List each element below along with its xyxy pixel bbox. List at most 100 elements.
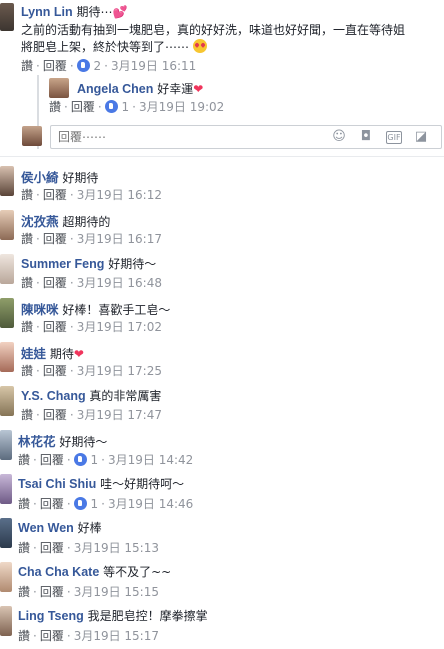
like-button[interactable]: 讚 <box>21 59 33 73</box>
thumbs-up-icon <box>73 497 87 510</box>
reply-button[interactable]: 回覆 <box>40 629 64 643</box>
like-button[interactable]: 讚 <box>21 188 33 202</box>
timestamp[interactable]: 3月19日 15:13 <box>74 541 159 555</box>
timestamp[interactable]: 3月19日 14:46 <box>108 497 193 511</box>
avatar[interactable] <box>0 474 12 504</box>
comment-text: 好期待～ <box>59 435 108 449</box>
thumbs-up-icon <box>73 453 87 466</box>
timestamp[interactable]: 3月19日 16:48 <box>77 276 162 290</box>
divider <box>0 156 444 157</box>
commenter-name[interactable]: Wen Wen <box>18 521 74 535</box>
comment-header: Summer Feng 好期待～ <box>21 255 444 272</box>
comment-header: 林花花 好期待～ <box>18 431 444 450</box>
commenter-name[interactable]: Summer Feng <box>21 257 104 271</box>
reply-button[interactable]: 回覆 <box>40 585 64 599</box>
commenter-name[interactable]: 侯小綺 <box>21 171 59 185</box>
sticker-icon[interactable]: ◪ <box>413 129 429 145</box>
comment-text: 我是肥皂控！摩拳擦掌 <box>87 609 208 623</box>
comment-header: Cha Cha Kate 等不及了~~ <box>18 563 444 580</box>
commenter-name[interactable]: Ling Tseng <box>18 609 84 623</box>
camera-icon[interactable]: ◘ <box>358 129 374 145</box>
avatar[interactable] <box>0 606 12 636</box>
like-button[interactable]: 讚 <box>18 453 30 467</box>
like-button[interactable]: 讚 <box>18 541 30 555</box>
commenter-name[interactable]: 陳咪咪 <box>21 303 59 317</box>
comment-header: Tsai Chi Shiu 哇～好期待呵～ <box>18 475 444 492</box>
commenter-name[interactable]: Angela Chen <box>77 82 153 96</box>
comment-actions: 讚 · 回覆 · 1 · 3月19日 19:02 <box>49 100 225 114</box>
avatar[interactable] <box>0 342 14 372</box>
comment-text: 真的非常厲害 <box>89 389 162 403</box>
reply-button[interactable]: 回覆 <box>40 541 64 555</box>
smiley-icon[interactable]: ☺ <box>331 129 347 145</box>
avatar[interactable] <box>0 166 14 196</box>
like-button[interactable]: 讚 <box>18 585 30 599</box>
avatar <box>22 126 42 146</box>
like-count[interactable]: 1 <box>122 100 130 114</box>
reply-button[interactable]: 回覆 <box>43 276 67 290</box>
like-button[interactable]: 讚 <box>18 497 30 511</box>
thumbs-up-icon <box>76 59 90 72</box>
timestamp[interactable]: 3月19日 19:02 <box>139 100 224 114</box>
reply-button[interactable]: 回覆 <box>43 188 67 202</box>
commenter-name[interactable]: Y.S. Chang <box>21 389 86 403</box>
avatar[interactable] <box>0 562 12 592</box>
commenter-name[interactable]: 沈孜燕 <box>21 215 59 229</box>
gif-icon[interactable]: GIF <box>386 131 402 144</box>
like-button[interactable]: 讚 <box>21 320 33 334</box>
reply-button[interactable]: 回覆 <box>43 59 67 73</box>
like-button[interactable]: 讚 <box>18 629 30 643</box>
avatar[interactable] <box>49 78 69 98</box>
timestamp[interactable]: 3月19日 17:02 <box>77 320 162 334</box>
like-count[interactable]: 1 <box>91 497 99 511</box>
like-button[interactable]: 讚 <box>49 100 61 114</box>
comment-actions: 讚 · 回覆 · 3月19日 17:47 <box>21 408 162 422</box>
timestamp[interactable]: 3月19日 17:47 <box>77 408 162 422</box>
avatar[interactable] <box>0 430 12 460</box>
reply-button[interactable]: 回覆 <box>43 320 67 334</box>
like-button[interactable]: 讚 <box>21 232 33 246</box>
avatar[interactable] <box>0 3 14 31</box>
comment-actions: 讚 · 回覆 · 3月19日 16:48 <box>21 276 162 290</box>
comment-text: 好棒 <box>77 521 102 535</box>
commenter-name[interactable]: 林花花 <box>18 435 56 449</box>
timestamp[interactable]: 3月19日 16:12 <box>77 188 162 202</box>
like-button[interactable]: 讚 <box>21 276 33 290</box>
avatar[interactable] <box>0 298 14 328</box>
comment-text: 好棒！喜歡手工皂～ <box>62 303 171 317</box>
reply-input[interactable] <box>56 129 310 145</box>
avatar[interactable] <box>0 254 14 284</box>
reply-button[interactable]: 回覆 <box>40 497 64 511</box>
reply-button[interactable]: 回覆 <box>43 364 67 378</box>
avatar[interactable] <box>0 386 14 416</box>
timestamp[interactable]: 3月19日 16:17 <box>77 232 162 246</box>
like-button[interactable]: 讚 <box>21 364 33 378</box>
reply-button[interactable]: 回覆 <box>43 232 67 246</box>
timestamp[interactable]: 3月19日 15:17 <box>74 629 159 643</box>
timestamp[interactable]: 3月19日 16:11 <box>111 59 196 73</box>
comment-header: 娃娃 期待❤ <box>21 343 444 362</box>
like-count[interactable]: 2 <box>94 59 102 73</box>
reply-button[interactable]: 回覆 <box>71 100 95 114</box>
comment-actions: 讚 · 回覆 · 3月19日 15:13 <box>18 541 159 555</box>
comment-actions: 讚 · 回覆 · 3月19日 16:17 <box>21 232 162 246</box>
comment-text: 等不及了~~ <box>103 565 172 579</box>
avatar[interactable] <box>0 518 12 548</box>
comment-text: 超期待的 <box>62 215 111 229</box>
comment-text: 好期待 <box>62 171 99 185</box>
avatar[interactable] <box>0 210 14 240</box>
comment-actions: 讚 · 回覆 · 3月19日 15:17 <box>18 629 159 643</box>
comment-text: 期待 <box>49 347 74 361</box>
commenter-name[interactable]: Lynn Lin <box>21 5 73 19</box>
like-button[interactable]: 讚 <box>21 408 33 422</box>
reply-button[interactable]: 回覆 <box>40 453 64 467</box>
timestamp[interactable]: 3月19日 14:42 <box>108 453 193 467</box>
commenter-name[interactable]: 娃娃 <box>21 347 46 361</box>
like-count[interactable]: 1 <box>91 453 99 467</box>
timestamp[interactable]: 3月19日 15:15 <box>74 585 159 599</box>
comment-header: Wen Wen 好棒 <box>18 519 444 536</box>
timestamp[interactable]: 3月19日 17:25 <box>77 364 162 378</box>
reply-button[interactable]: 回覆 <box>43 408 67 422</box>
commenter-name[interactable]: Cha Cha Kate <box>18 565 99 579</box>
commenter-name[interactable]: Tsai Chi Shiu <box>18 477 96 491</box>
